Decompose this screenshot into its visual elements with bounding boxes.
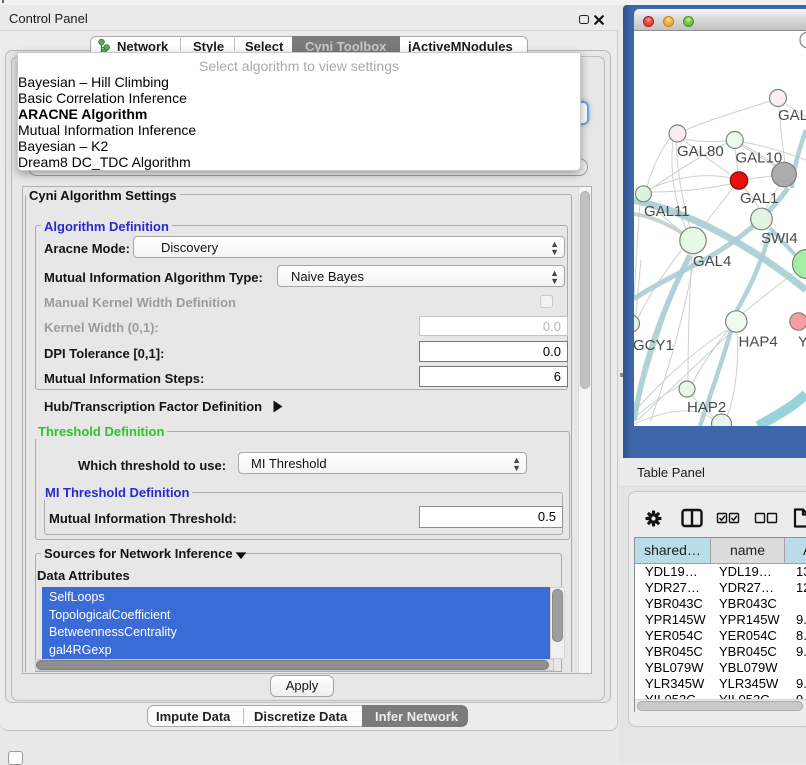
- svg-text:GAL10: GAL10: [736, 150, 783, 167]
- svg-text:GAL80: GAL80: [677, 143, 724, 160]
- svg-text:HAP2: HAP2: [687, 399, 726, 416]
- svg-text:GAL4: GAL4: [693, 253, 731, 270]
- svg-text:HAP4: HAP4: [739, 334, 778, 351]
- svg-text:SWI4: SWI4: [761, 230, 798, 247]
- svg-text:YJ: YJ: [798, 334, 806, 351]
- svg-text:GAL7: GAL7: [778, 107, 806, 124]
- svg-text:GCY1: GCY1: [634, 337, 674, 354]
- svg-text:GAL1: GAL1: [740, 190, 778, 207]
- svg-text:GAL11: GAL11: [644, 203, 690, 220]
